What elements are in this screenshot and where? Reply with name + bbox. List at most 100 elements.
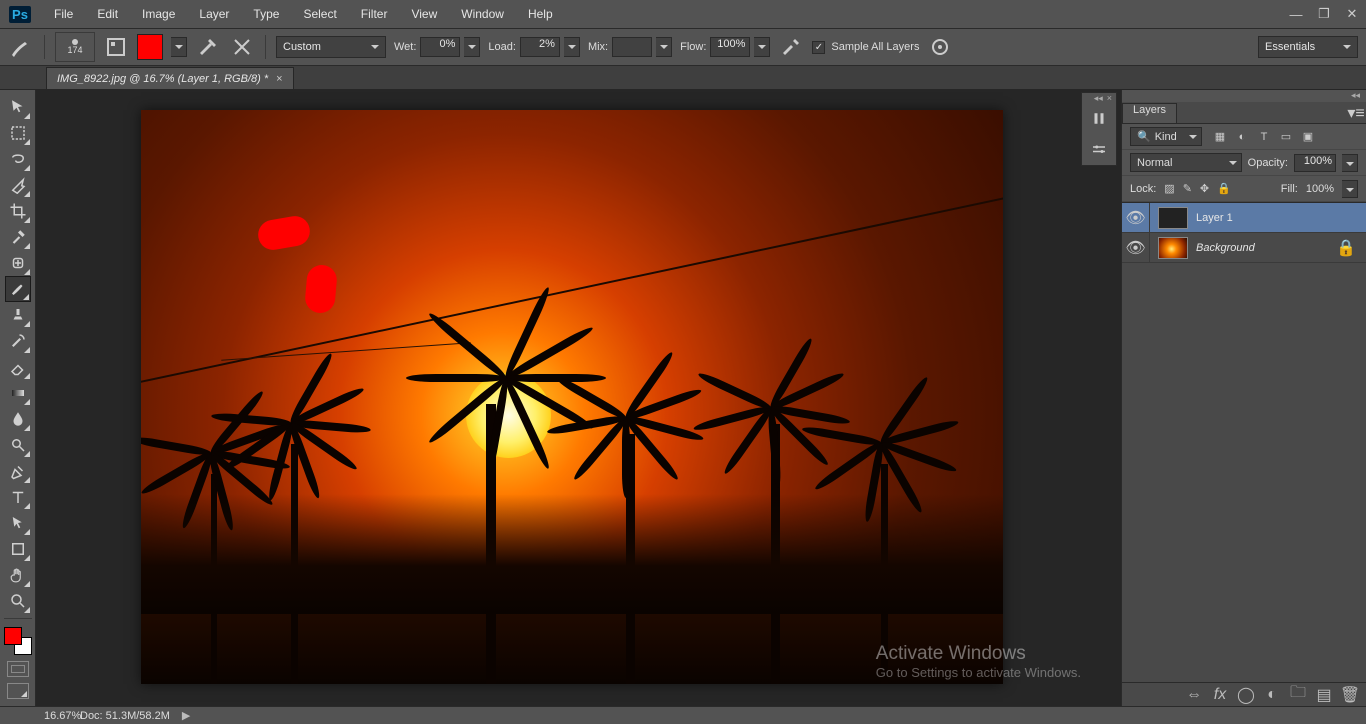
zoom-level[interactable]: 16.67% [8,710,68,722]
filter-shape-icon[interactable]: ▭ [1278,129,1294,145]
menu-type[interactable]: Type [241,1,291,27]
adjustment-layer-button[interactable]: ◐ [1264,686,1280,704]
history-brush-tool[interactable] [5,328,31,354]
brush-panel-toggle[interactable] [103,34,129,60]
marquee-tool[interactable] [5,120,31,146]
path-select-tool[interactable] [5,510,31,536]
load-input[interactable]: 2% [520,37,560,57]
wet-input[interactable]: 0% [420,37,460,57]
layer-row[interactable]: 👁 Layer 1 [1122,203,1366,233]
blur-tool[interactable] [5,406,31,432]
brush-presets-panel-button[interactable] [1082,105,1116,135]
menu-select[interactable]: Select [291,1,348,27]
layer-thumbnail[interactable] [1158,237,1188,259]
menu-file[interactable]: File [42,1,85,27]
load-brush-button[interactable] [195,34,221,60]
layers-tab[interactable]: Layers [1122,103,1177,123]
filter-pixel-icon[interactable]: ▦ [1212,129,1228,145]
airbrush-toggle[interactable] [778,34,804,60]
flow-input[interactable]: 100% [710,37,750,57]
fill-dropdown[interactable] [1342,180,1358,198]
eyedropper-tool[interactable] [5,224,31,250]
clone-stamp-tool[interactable] [5,302,31,328]
filter-adjust-icon[interactable]: ◐ [1234,129,1250,145]
window-close-button[interactable]: ✕ [1338,3,1366,25]
layer-name[interactable]: Layer 1 [1196,212,1233,224]
link-layers-button[interactable]: ⇔ [1186,686,1202,704]
window-maximize-button[interactable]: ❐ [1310,3,1338,25]
clean-brush-button[interactable] [229,34,255,60]
hand-tool[interactable] [5,562,31,588]
layer-name[interactable]: Background [1196,242,1255,254]
load-swatch-menu[interactable] [171,37,187,57]
crop-tool[interactable] [5,198,31,224]
lasso-tool[interactable] [5,146,31,172]
document-tab[interactable]: IMG_8922.jpg @ 16.7% (Layer 1, RGB/8) * … [46,67,294,89]
lock-transparent-icon[interactable]: ▨ [1164,182,1174,195]
lock-position-icon[interactable]: ✥ [1200,182,1209,195]
dodge-tool[interactable] [5,432,31,458]
foreground-color-swatch[interactable] [4,627,22,645]
lock-all-icon[interactable]: 🔒 [1217,182,1231,195]
window-minimize-button[interactable]: — [1282,3,1310,25]
healing-tool[interactable] [5,250,31,276]
menu-filter[interactable]: Filter [349,1,400,27]
quick-select-tool[interactable] [5,172,31,198]
menu-window[interactable]: Window [449,1,516,27]
brush-preset-picker[interactable]: 174 [55,32,95,62]
delete-layer-button[interactable]: 🗑 [1342,685,1358,705]
mix-dropdown[interactable] [656,37,672,57]
status-menu-arrow[interactable]: ▶ [182,709,190,722]
gradient-tool[interactable] [5,380,31,406]
foreground-background-swatch[interactable] [4,627,32,655]
document-tab-close[interactable]: × [276,73,282,85]
menu-edit[interactable]: Edit [85,1,130,27]
layer-visibility-toggle[interactable]: 👁 [1122,203,1150,232]
layer-visibility-toggle[interactable]: 👁 [1122,233,1150,262]
blend-mode-select[interactable]: Normal [1130,153,1242,172]
current-load-swatch[interactable] [137,34,163,60]
dock-close-icon[interactable]: × [1107,93,1112,105]
move-tool[interactable] [5,94,31,120]
panel-collapse-strip[interactable]: ◂◂ [1122,90,1366,102]
brush-settings-panel-button[interactable] [1082,135,1116,165]
type-tool[interactable] [5,484,31,510]
filter-smart-icon[interactable]: ▣ [1300,129,1316,145]
layer-filter-kind[interactable]: 🔍Kind [1130,127,1202,146]
zoom-tool[interactable] [5,588,31,614]
fill-input[interactable]: 100% [1306,183,1334,195]
canvas-area[interactable]: ◂◂ × Activate Windows Go to Settings to … [36,90,1121,706]
mixer-preset-select[interactable]: Custom [276,36,386,58]
layer-fx-button[interactable]: fx [1212,686,1228,704]
mix-input[interactable] [612,37,652,57]
load-dropdown[interactable] [564,37,580,57]
document-canvas[interactable] [141,110,1003,684]
menu-help[interactable]: Help [516,1,565,27]
opacity-dropdown[interactable] [1342,154,1358,172]
new-layer-button[interactable]: ▤ [1316,685,1332,705]
panel-menu-button[interactable]: ▾≡ [1346,103,1366,123]
shape-tool[interactable] [5,536,31,562]
sample-all-layers-checkbox[interactable]: ✓ Sample All Layers [812,41,919,54]
pen-tool[interactable] [5,458,31,484]
mixer-brush-tool[interactable] [5,276,31,302]
status-doc-size[interactable]: Doc: 51.3M/58.2M [80,710,170,722]
tablet-pressure-toggle[interactable] [927,34,953,60]
screen-mode-toggle[interactable] [7,683,29,699]
filter-type-icon[interactable]: T [1256,129,1272,145]
menu-layer[interactable]: Layer [187,1,241,27]
flow-dropdown[interactable] [754,37,770,57]
layer-row[interactable]: 👁 Background 🔒 [1122,233,1366,263]
menu-view[interactable]: View [399,1,449,27]
quick-mask-toggle[interactable] [7,661,29,677]
eraser-tool[interactable] [5,354,31,380]
layer-mask-button[interactable]: ◯ [1238,685,1254,705]
opacity-input[interactable]: 100% [1294,154,1336,172]
layer-group-button[interactable]: 🗀 [1290,681,1306,708]
lock-pixels-icon[interactable]: ✎ [1183,182,1192,195]
tool-preset-picker[interactable] [8,34,34,60]
dock-collapse-icon[interactable]: ◂◂ [1094,93,1103,105]
layer-thumbnail[interactable] [1158,207,1188,229]
workspace-switcher[interactable]: Essentials [1258,36,1358,58]
menu-image[interactable]: Image [130,1,187,27]
